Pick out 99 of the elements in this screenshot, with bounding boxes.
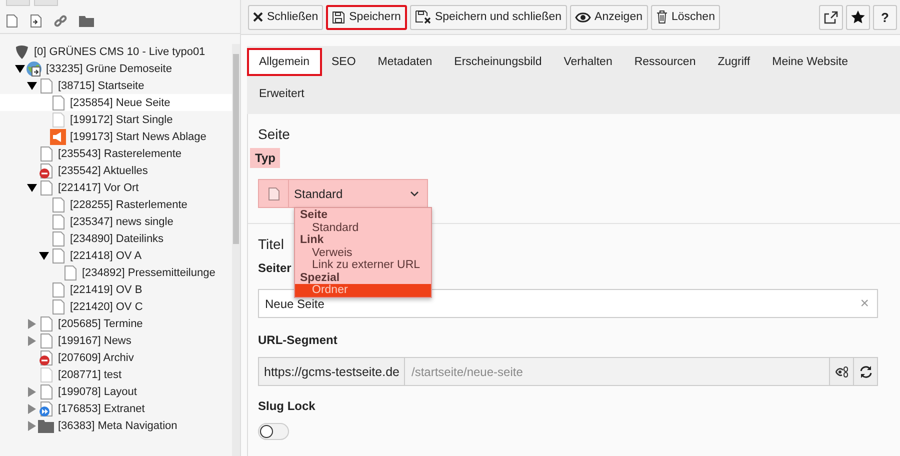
page-icon xyxy=(50,230,66,246)
new-page-icon[interactable] xyxy=(6,14,18,28)
close-icon xyxy=(253,12,263,22)
tree-item[interactable]: [234892] Pressemitteilunge xyxy=(82,266,216,278)
page-icon xyxy=(50,282,66,298)
expanded-caret-icon[interactable] xyxy=(27,182,37,192)
scrollbar[interactable] xyxy=(232,44,240,456)
disabled-page-icon xyxy=(38,350,54,366)
expanded-caret-icon[interactable] xyxy=(39,250,49,260)
field-label: Typ xyxy=(250,148,280,168)
disabled-page-icon xyxy=(38,162,54,178)
option-group-label: Link xyxy=(299,234,325,246)
dropdown-option[interactable]: Verweis xyxy=(295,246,431,259)
collapsed-caret-icon[interactable] xyxy=(28,386,36,396)
expanded-caret-icon[interactable] xyxy=(27,80,37,90)
tab[interactable]: Erscheinungsbild xyxy=(444,50,552,74)
close-button[interactable]: Schließen xyxy=(248,4,324,30)
tab[interactable]: SEO xyxy=(322,50,366,74)
page-icon xyxy=(38,384,54,400)
dropdown-option[interactable]: Standard xyxy=(295,222,431,234)
save-button[interactable]: Speichern xyxy=(326,4,407,30)
dropdown-option[interactable]: Link zu externer URL xyxy=(295,259,431,272)
field-label: Slug Lock xyxy=(258,399,316,413)
tree-item[interactable]: [234890] Dateilinks xyxy=(70,232,164,244)
megaphone-icon xyxy=(50,128,66,144)
tree-item[interactable]: [228255] Rasterlemente xyxy=(70,198,188,210)
eye-icon xyxy=(574,12,591,22)
page-icon xyxy=(50,214,66,230)
shortcut-page-icon xyxy=(38,400,54,416)
page-icon xyxy=(50,196,66,212)
star-icon xyxy=(851,10,865,24)
link-icon[interactable] xyxy=(54,14,67,28)
page-icon xyxy=(50,298,66,314)
page-type-select[interactable]: Standard xyxy=(258,179,428,208)
page-icon xyxy=(62,264,78,280)
globe-page-icon xyxy=(26,60,42,76)
view-button[interactable]: Anzeigen xyxy=(570,4,648,30)
page-icon xyxy=(38,316,54,332)
page-icon xyxy=(38,332,54,348)
chevron-down-icon xyxy=(410,190,419,196)
tree-item[interactable]: [0] GRÜNES CMS 10 - Live typo01 xyxy=(34,46,206,58)
page-icon xyxy=(38,146,54,162)
cms-logo-icon xyxy=(14,44,30,60)
tree-item[interactable]: [199078] Layout xyxy=(58,386,137,398)
tree-item[interactable]: [199173] Start News Ablage xyxy=(70,130,206,142)
section-title: Titel xyxy=(258,236,284,252)
floppy-disk-close-icon xyxy=(414,10,431,24)
tree-item[interactable]: [36383] Meta Navigation xyxy=(58,420,178,432)
open-external-button[interactable] xyxy=(819,4,843,30)
tab[interactable]: Erweitert xyxy=(249,82,314,106)
tree-item[interactable]: [235347] news single xyxy=(70,216,174,228)
tree-item[interactable]: [38715] Startseite xyxy=(58,80,144,92)
external-link-icon xyxy=(824,10,838,24)
page-icon xyxy=(268,186,280,200)
page-icon xyxy=(38,78,54,94)
tab[interactable]: Verhalten xyxy=(554,50,622,74)
tree-item[interactable]: [221417] Vor Ort xyxy=(58,182,139,194)
tree-item[interactable]: [207609] Archiv xyxy=(58,352,134,364)
tree-item[interactable]: [221418] OV A xyxy=(70,250,142,262)
page-icon xyxy=(50,112,66,128)
tab[interactable]: Zugriff xyxy=(708,50,760,74)
option-group-label: Seite xyxy=(299,209,328,222)
tree-item[interactable]: [221419] OV B xyxy=(70,284,142,296)
field-label: Seiter xyxy=(258,261,292,275)
collapsed-caret-icon[interactable] xyxy=(28,336,36,346)
bookmark-button[interactable] xyxy=(846,4,870,30)
field-label: URL-Segment xyxy=(258,333,338,347)
tree-item[interactable]: [199167] News xyxy=(58,334,132,346)
tree-item[interactable]: [221420] OV C xyxy=(70,300,143,312)
tab[interactable]: Metadaten xyxy=(368,50,442,74)
tab[interactable]: Allgemein xyxy=(249,50,320,74)
collapsed-caret-icon[interactable] xyxy=(28,404,36,414)
delete-button[interactable]: Löschen xyxy=(650,4,720,30)
help-button[interactable]: ? xyxy=(873,4,897,30)
page-icon xyxy=(38,180,54,196)
page-icon xyxy=(38,366,54,382)
toggle-switch[interactable] xyxy=(258,423,289,440)
folder-icon[interactable] xyxy=(79,15,94,27)
option-group-label: Spezial xyxy=(299,272,341,284)
collapsed-caret-icon[interactable] xyxy=(28,420,36,430)
tree-item[interactable]: [205685] Termine xyxy=(58,318,143,330)
tree-item[interactable]: [235543] Rasterelemente xyxy=(58,148,182,160)
expanded-caret-icon[interactable] xyxy=(15,64,25,74)
tree-item[interactable]: [235854] Neue Seite xyxy=(70,96,170,108)
tree-item[interactable]: [208771] test xyxy=(58,368,122,380)
section-title: Seite xyxy=(258,126,291,142)
tab[interactable]: Meine Website xyxy=(762,50,858,74)
tree-item[interactable]: [176853] Extranet xyxy=(58,402,145,414)
page-icon xyxy=(50,248,66,264)
collapsed-caret-icon[interactable] xyxy=(28,318,36,328)
trash-icon xyxy=(656,10,668,24)
folder-icon xyxy=(38,418,54,432)
tree-item[interactable]: [199172] Start Single xyxy=(70,114,173,126)
save-close-button[interactable]: Speichern und schließen xyxy=(410,4,567,30)
page-arrow-icon[interactable] xyxy=(30,14,42,28)
tree-item[interactable]: [33235] Grüne Demoseite xyxy=(46,62,172,74)
tab[interactable]: Ressourcen xyxy=(624,50,706,74)
page-icon xyxy=(50,94,66,110)
tree-item[interactable]: [235542] Aktuelles xyxy=(58,164,148,176)
